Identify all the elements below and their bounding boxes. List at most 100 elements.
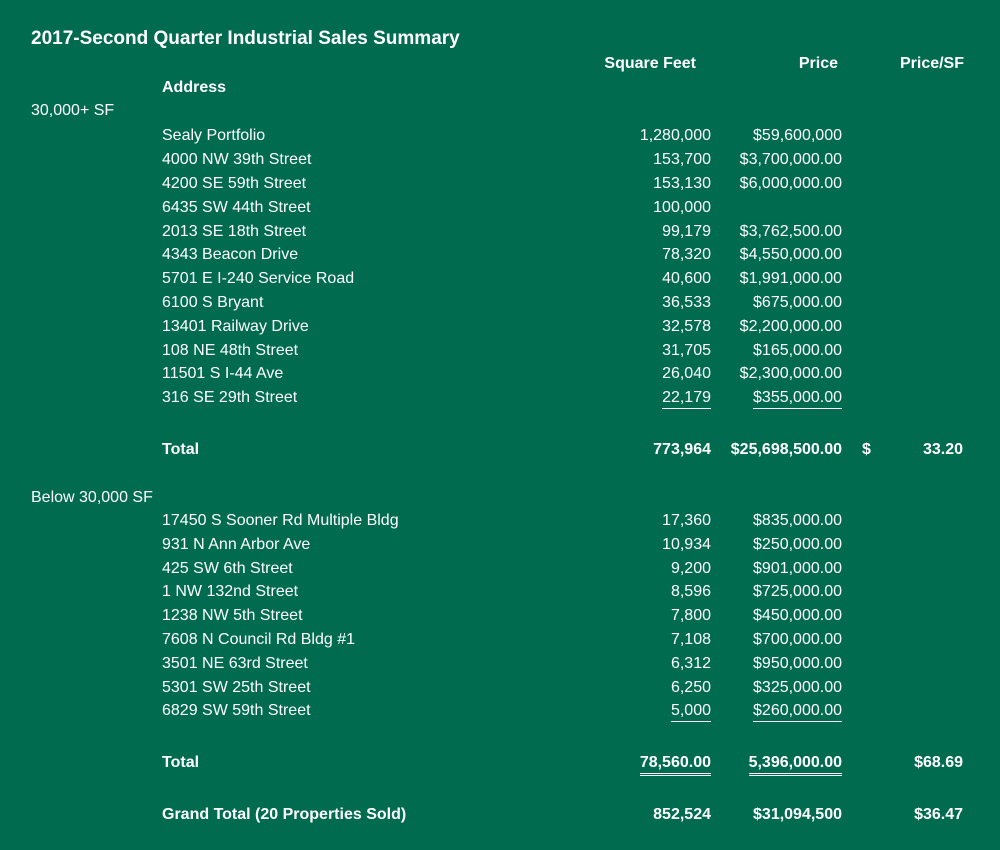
table-row: 6435 SW 44th Street 100,000 xyxy=(0,199,1000,221)
row-price: $3,700,000.00 xyxy=(739,151,842,168)
row-address: 4343 Beacon Drive xyxy=(162,246,299,263)
row-square-feet: 9,200 xyxy=(670,560,711,577)
row-address: 316 SE 29th Street xyxy=(162,389,298,406)
grand-total-label: Grand Total (20 Properties Sold) xyxy=(162,806,407,823)
table-row: 6829 SW 59th Street 5,000 $260,000.00 xyxy=(0,702,1000,724)
row-square-feet: 8,596 xyxy=(670,583,711,600)
table-row: 7608 N Council Rd Bldg #1 7,108 $700,000… xyxy=(0,631,1000,653)
row-price: $950,000.00 xyxy=(753,655,842,672)
total-price: 5,396,000.00 xyxy=(748,754,842,776)
row-square-feet: 17,360 xyxy=(662,512,711,529)
table-row: 108 NE 48th Street 31,705 $165,000.00 xyxy=(0,342,1000,364)
total-price-per-sf: $68.69 xyxy=(914,754,963,771)
row-square-feet: 36,533 xyxy=(662,294,711,311)
row-price: $165,000.00 xyxy=(753,342,842,359)
row-address: 11501 S I-44 Ave xyxy=(162,365,284,382)
total-row: Total 78,560.00 5,396,000.00 $68.69 xyxy=(0,754,1000,776)
row-address: 931 N Ann Arbor Ave xyxy=(162,536,311,553)
table-row: 2013 SE 18th Street 99,179 $3,762,500.00 xyxy=(0,223,1000,245)
row-price: $4,550,000.00 xyxy=(739,246,842,263)
row-price: $2,200,000.00 xyxy=(739,318,842,335)
table-row: 4200 SE 59th Street 153,130 $6,000,000.0… xyxy=(0,175,1000,197)
total-price: $25,698,500.00 xyxy=(730,441,842,458)
row-address: 6435 SW 44th Street xyxy=(162,199,311,216)
row-price: $901,000.00 xyxy=(753,560,842,577)
row-price: $3,762,500.00 xyxy=(739,223,842,240)
table-row: 4343 Beacon Drive 78,320 $4,550,000.00 xyxy=(0,246,1000,268)
table-row: 1 NW 132nd Street 8,596 $725,000.00 xyxy=(0,583,1000,605)
header-price: Price xyxy=(798,55,838,72)
row-price: $450,000.00 xyxy=(753,607,842,624)
row-price: $1,991,000.00 xyxy=(739,270,842,287)
row-price: $835,000.00 xyxy=(753,512,842,529)
row-address: 2013 SE 18th Street xyxy=(162,223,307,240)
row-square-feet: 99,179 xyxy=(662,223,711,240)
row-price: $2,300,000.00 xyxy=(739,365,842,382)
row-address: 1238 NW 5th Street xyxy=(162,607,303,624)
row-address: 425 SW 6th Street xyxy=(162,560,293,577)
total-label: Total xyxy=(162,441,200,458)
table-row: 931 N Ann Arbor Ave 10,934 $250,000.00 xyxy=(0,536,1000,558)
group-label-large: 30,000+ SF xyxy=(31,102,115,119)
row-square-feet: 10,934 xyxy=(662,536,711,553)
table-row: 316 SE 29th Street 22,179 $355,000.00 xyxy=(0,389,1000,411)
row-square-feet: 6,250 xyxy=(670,679,711,696)
row-address: 4000 NW 39th Street xyxy=(162,151,312,168)
total-square-feet: 78,560.00 xyxy=(639,754,711,776)
row-address: 17450 S Sooner Rd Multiple Bldg xyxy=(162,512,399,529)
row-price: $675,000.00 xyxy=(753,294,842,311)
row-square-feet: 78,320 xyxy=(662,246,711,263)
row-square-feet: 22,179 xyxy=(662,389,711,409)
report-title: 2017-Second Quarter Industrial Sales Sum… xyxy=(31,28,460,49)
row-square-feet: 31,705 xyxy=(662,342,711,359)
row-square-feet: 7,800 xyxy=(670,607,711,624)
row-address: Sealy Portfolio xyxy=(162,127,266,144)
row-address: 5701 E I-240 Service Road xyxy=(162,270,355,287)
row-address: 5301 SW 25th Street xyxy=(162,679,311,696)
row-square-feet: 153,700 xyxy=(653,151,711,168)
header-square-feet: Square Feet xyxy=(604,55,696,72)
table-row: 6100 S Bryant 36,533 $675,000.00 xyxy=(0,294,1000,316)
row-price: $725,000.00 xyxy=(753,583,842,600)
row-square-feet: 40,600 xyxy=(662,270,711,287)
total-label: Total xyxy=(162,754,200,771)
row-square-feet: 6,312 xyxy=(670,655,711,672)
row-address: 1 NW 132nd Street xyxy=(162,583,299,600)
total-row: Total 773,964 $25,698,500.00 $ 33.20 xyxy=(0,441,1000,463)
grand-total-row: Grand Total (20 Properties Sold) 852,524… xyxy=(0,806,1000,828)
header-price-per-sf: Price/SF xyxy=(899,55,964,72)
row-price: $260,000.00 xyxy=(753,702,842,722)
table-row: 425 SW 6th Street 9,200 $901,000.00 xyxy=(0,560,1000,582)
row-address: 13401 Railway Drive xyxy=(162,318,309,335)
group-label-small: Below 30,000 SF xyxy=(31,489,153,506)
table-row: 3501 NE 63rd Street 6,312 $950,000.00 xyxy=(0,655,1000,677)
row-price: $59,600,000 xyxy=(753,127,842,144)
row-address: 3501 NE 63rd Street xyxy=(162,655,308,672)
total-square-feet: 773,964 xyxy=(653,441,711,458)
table-row: 13401 Railway Drive 32,578 $2,200,000.00 xyxy=(0,318,1000,340)
row-square-feet: 153,130 xyxy=(653,175,711,192)
total-price-per-sf: 33.20 xyxy=(922,441,963,458)
row-price: $355,000.00 xyxy=(753,389,842,409)
table-row: 5301 SW 25th Street 6,250 $325,000.00 xyxy=(0,679,1000,701)
row-price: $250,000.00 xyxy=(753,536,842,553)
grand-total-price: $31,094,500 xyxy=(753,806,842,823)
total-dollar-sign: $ xyxy=(862,441,871,458)
row-address: 108 NE 48th Street xyxy=(162,342,299,359)
row-square-feet: 1,280,000 xyxy=(639,127,711,144)
table-row: 5701 E I-240 Service Road 40,600 $1,991,… xyxy=(0,270,1000,292)
table-row: 17450 S Sooner Rd Multiple Bldg 17,360 $… xyxy=(0,512,1000,534)
row-address: 6829 SW 59th Street xyxy=(162,702,311,719)
row-address: 7608 N Council Rd Bldg #1 xyxy=(162,631,356,648)
table-row: 1238 NW 5th Street 7,800 $450,000.00 xyxy=(0,607,1000,629)
row-square-feet: 100,000 xyxy=(653,199,711,216)
row-price: $6,000,000.00 xyxy=(739,175,842,192)
table-row: 11501 S I-44 Ave 26,040 $2,300,000.00 xyxy=(0,365,1000,387)
table-row: 4000 NW 39th Street 153,700 $3,700,000.0… xyxy=(0,151,1000,173)
table-row: Sealy Portfolio 1,280,000 $59,600,000 xyxy=(0,127,1000,149)
row-address: 6100 S Bryant xyxy=(162,294,264,311)
header-address: Address xyxy=(162,79,227,96)
row-price: $700,000.00 xyxy=(753,631,842,648)
row-square-feet: 26,040 xyxy=(662,365,711,382)
row-price: $325,000.00 xyxy=(753,679,842,696)
